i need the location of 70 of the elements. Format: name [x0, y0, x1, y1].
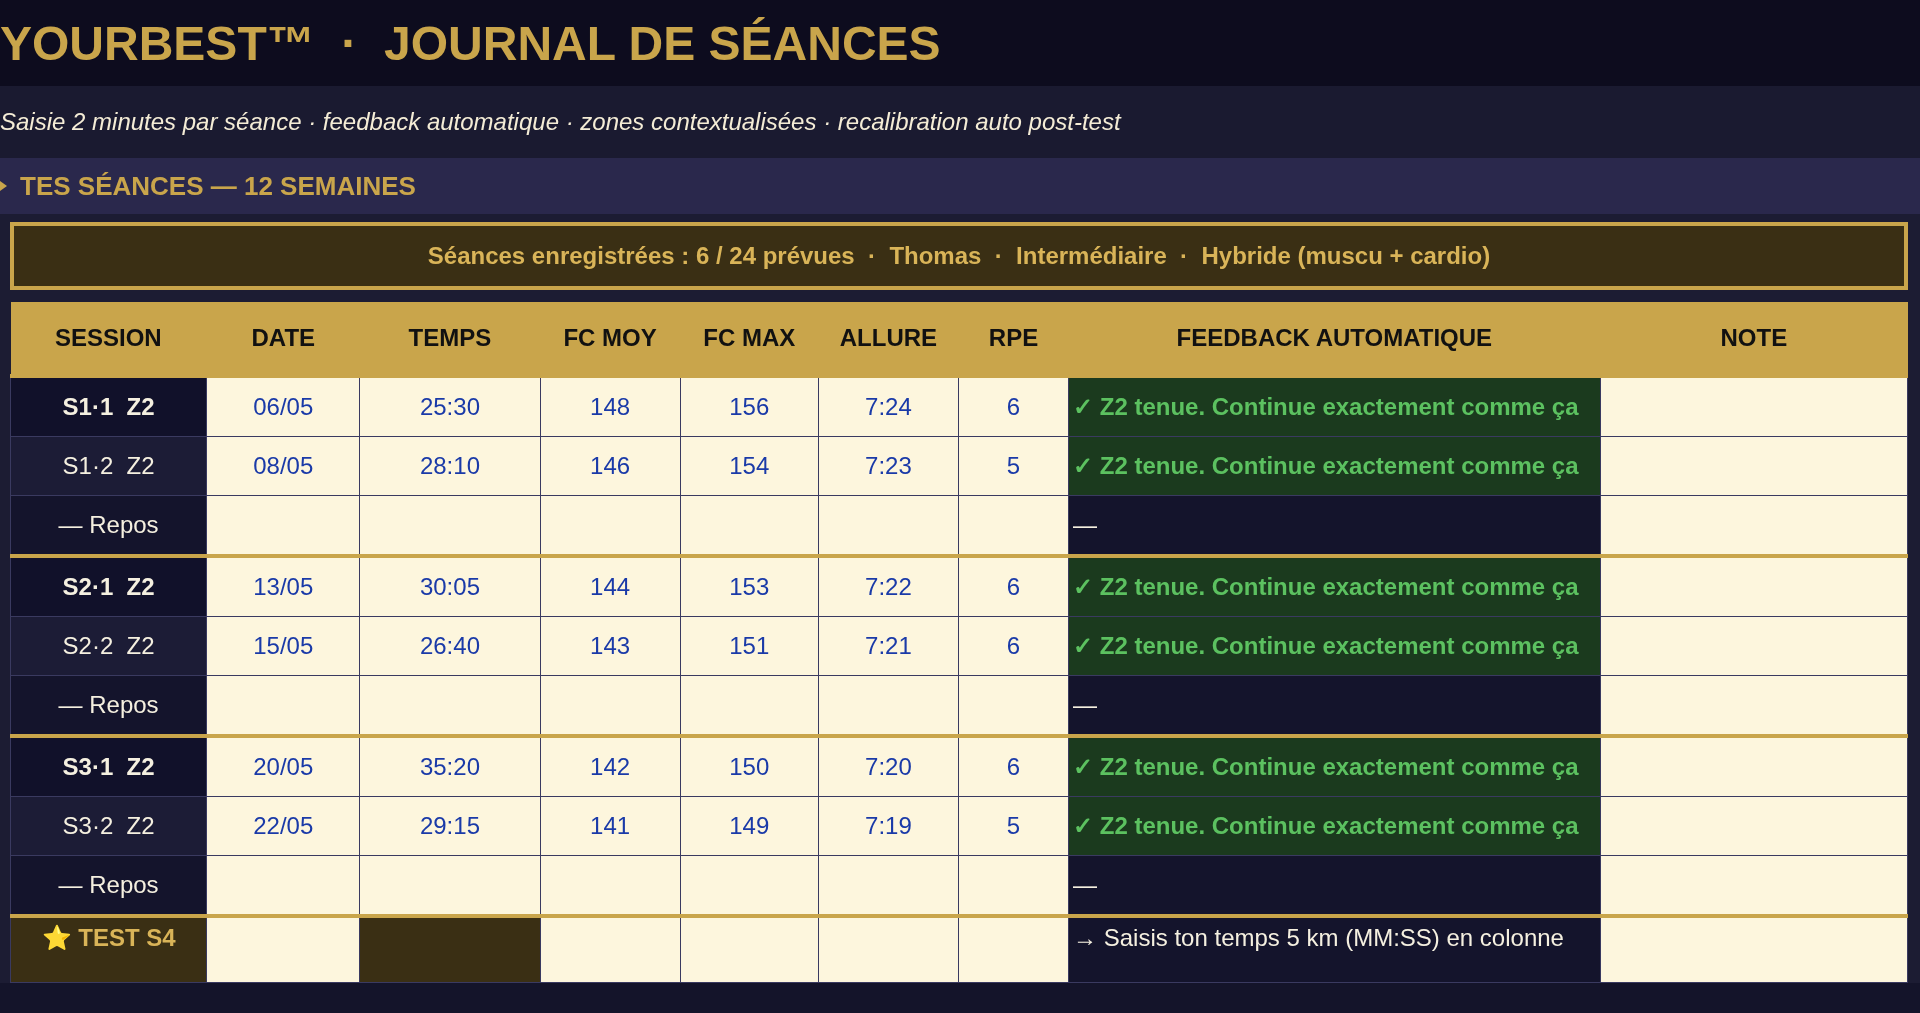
table-cell[interactable]: 5: [958, 436, 1069, 496]
table-cell[interactable]: 7:19: [818, 796, 959, 856]
table-cell[interactable]: 25:30: [359, 376, 541, 437]
feedback-cell: ✓ Z2 tenue. Continue exactement comme ça: [1068, 556, 1601, 617]
table-cell[interactable]: 144: [540, 556, 681, 617]
session-cell: S1·1 Z2: [10, 376, 207, 437]
table-cell[interactable]: 153: [680, 556, 819, 617]
page-title: YOURBEST™ · JOURNAL DE SÉANCES: [0, 15, 941, 71]
session-cell: S3·2 Z2: [10, 796, 207, 856]
column-header: FC MAX: [680, 302, 819, 376]
column-header: ALLURE: [818, 302, 959, 376]
session-cell: S2·2 Z2: [10, 616, 207, 676]
table-cell[interactable]: 06/05: [206, 376, 360, 437]
table-cell[interactable]: 149: [680, 796, 819, 856]
feedback-cell: → Saisis ton temps 5 km (MM:SS) en colonne: [1068, 916, 1601, 983]
session-cell: S3·1 Z2: [10, 736, 207, 797]
table-cell[interactable]: 151: [680, 616, 819, 676]
table-cell[interactable]: 7:24: [818, 376, 959, 437]
table-cell[interactable]: 08/05: [206, 436, 360, 496]
table-cell[interactable]: 142: [540, 736, 681, 797]
session-cell: — Repos: [10, 855, 207, 916]
session-cell: — Repos: [10, 495, 207, 556]
table-cell[interactable]: 15/05: [206, 616, 360, 676]
section-title: TES SÉANCES — 12 SEMAINES: [20, 170, 416, 202]
table-cell[interactable]: 150: [680, 736, 819, 797]
table-cell[interactable]: 20/05: [206, 736, 360, 797]
column-header: SESSION: [10, 302, 207, 376]
feedback-cell: ✓ Z2 tenue. Continue exactement comme ça: [1068, 796, 1601, 856]
summary-banner: Séances enregistrées : 6 / 24 prévues · Thomas · Intermédiaire · Hybride (muscu + cardio): [10, 222, 1908, 290]
session-cell: ⭐ TEST S4: [10, 916, 207, 983]
table-cell[interactable]: 35:20: [359, 736, 541, 797]
table-cell[interactable]: 6: [958, 616, 1069, 676]
table-cell[interactable]: 7:21: [818, 616, 959, 676]
table-cell[interactable]: 156: [680, 376, 819, 437]
feedback-cell: ✓ Z2 tenue. Continue exactement comme ça: [1068, 436, 1601, 496]
table-cell[interactable]: 7:22: [818, 556, 959, 617]
column-header: FEEDBACK AUTOMATIQUE: [1068, 302, 1601, 376]
table-cell[interactable]: 6: [958, 736, 1069, 797]
column-header: TEMPS: [359, 302, 541, 376]
feedback-cell: —: [1068, 495, 1601, 556]
table-cell[interactable]: 6: [958, 556, 1069, 617]
triangle-icon: [0, 180, 8, 192]
column-header: FC MOY: [540, 302, 681, 376]
table-cell[interactable]: 26:40: [359, 616, 541, 676]
table-cell[interactable]: 148: [540, 376, 681, 437]
column-header: RPE: [958, 302, 1069, 376]
session-cell: S1·2 Z2: [10, 436, 207, 496]
column-header: NOTE: [1600, 302, 1908, 376]
column-header: DATE: [206, 302, 360, 376]
feedback-cell: ✓ Z2 tenue. Continue exactement comme ça: [1068, 376, 1601, 437]
feedback-cell: —: [1068, 855, 1601, 916]
feedback-cell: ✓ Z2 tenue. Continue exactement comme ça: [1068, 616, 1601, 676]
table-cell[interactable]: 28:10: [359, 436, 541, 496]
table-cell[interactable]: 7:23: [818, 436, 959, 496]
feedback-cell: ✓ Z2 tenue. Continue exactement comme ça: [1068, 736, 1601, 797]
feedback-cell: —: [1068, 675, 1601, 736]
table-cell[interactable]: 154: [680, 436, 819, 496]
session-cell: S2·1 Z2: [10, 556, 207, 617]
table-cell[interactable]: 7:20: [818, 736, 959, 797]
table-cell[interactable]: 143: [540, 616, 681, 676]
subtitle: Saisie 2 minutes par séance · feedback automatique · zones contextualisées · recalibration auto post-test: [0, 108, 1121, 136]
table-cell[interactable]: 141: [540, 796, 681, 856]
table-cell[interactable]: 5: [958, 796, 1069, 856]
table-cell[interactable]: 13/05: [206, 556, 360, 617]
table-cell[interactable]: 22/05: [206, 796, 360, 856]
table-cell[interactable]: 6: [958, 376, 1069, 437]
table-cell[interactable]: 30:05: [359, 556, 541, 617]
table-cell[interactable]: 29:15: [359, 796, 541, 856]
table-cell[interactable]: 146: [540, 436, 681, 496]
session-cell: — Repos: [10, 675, 207, 736]
